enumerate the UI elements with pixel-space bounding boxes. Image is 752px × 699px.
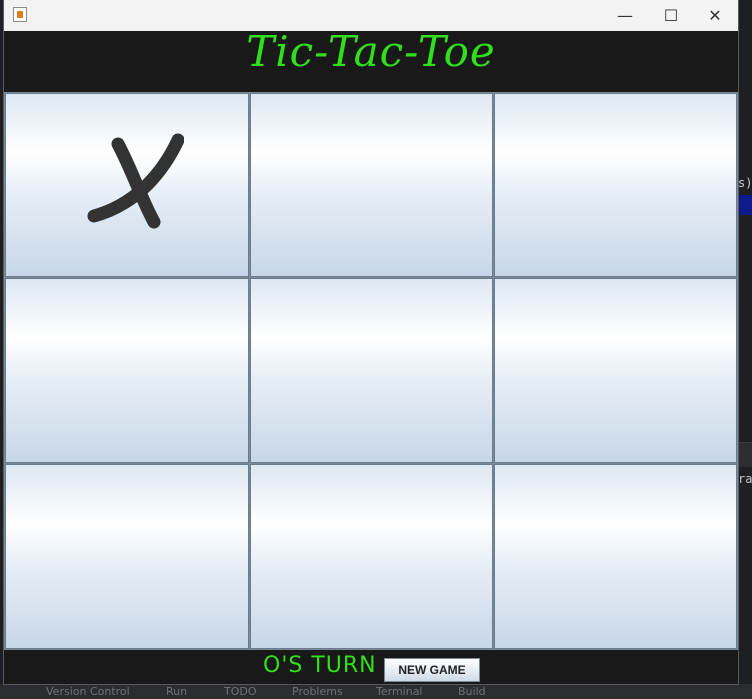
- ide-panel-divider: [738, 442, 752, 467]
- board-cell-8[interactable]: [250, 464, 493, 649]
- ide-code-fragment-2: ra: [738, 472, 752, 486]
- x-mark-icon: [87, 133, 184, 229]
- game-title: Tic-Tac-Toe: [246, 27, 496, 76]
- ide-tool-todo[interactable]: TODO: [224, 684, 257, 699]
- new-game-button[interactable]: NEW GAME: [384, 658, 480, 682]
- ide-selection-highlight: [738, 195, 752, 215]
- ide-tool-terminal[interactable]: Terminal: [376, 684, 423, 699]
- turn-indicator: O'S TURN: [263, 653, 377, 678]
- ide-editor-edge: [738, 32, 752, 652]
- close-button[interactable]: ✕: [692, 0, 738, 31]
- board-cell-9[interactable]: [494, 464, 737, 649]
- title-panel: Tic-Tac-Toe: [4, 31, 738, 92]
- ide-tool-run[interactable]: Run: [166, 684, 187, 699]
- ide-code-fragment: s): [738, 176, 752, 190]
- ide-tool-version-control[interactable]: Version Control: [46, 684, 130, 699]
- ide-tool-build[interactable]: Build: [458, 684, 486, 699]
- ide-tool-problems[interactable]: Problems: [292, 684, 343, 699]
- minimize-button[interactable]: —: [602, 0, 648, 31]
- board-cell-5[interactable]: [250, 278, 493, 463]
- java-app-icon[interactable]: [13, 7, 27, 22]
- board-cell-7[interactable]: [5, 464, 249, 649]
- board-cell-6[interactable]: [494, 278, 737, 463]
- game-board: X: [4, 92, 738, 650]
- maximize-button[interactable]: ☐: [648, 0, 694, 31]
- status-panel: O'S TURN NEW GAME: [4, 650, 738, 684]
- game-window: — ☐ ✕ Tic-Tac-Toe X O'S TURN NEW GAME: [4, 0, 738, 684]
- board-cell-3[interactable]: [494, 93, 737, 277]
- board-cell-2[interactable]: [250, 93, 493, 277]
- board-cell-4[interactable]: [5, 278, 249, 463]
- board-cell-1[interactable]: X: [5, 93, 249, 277]
